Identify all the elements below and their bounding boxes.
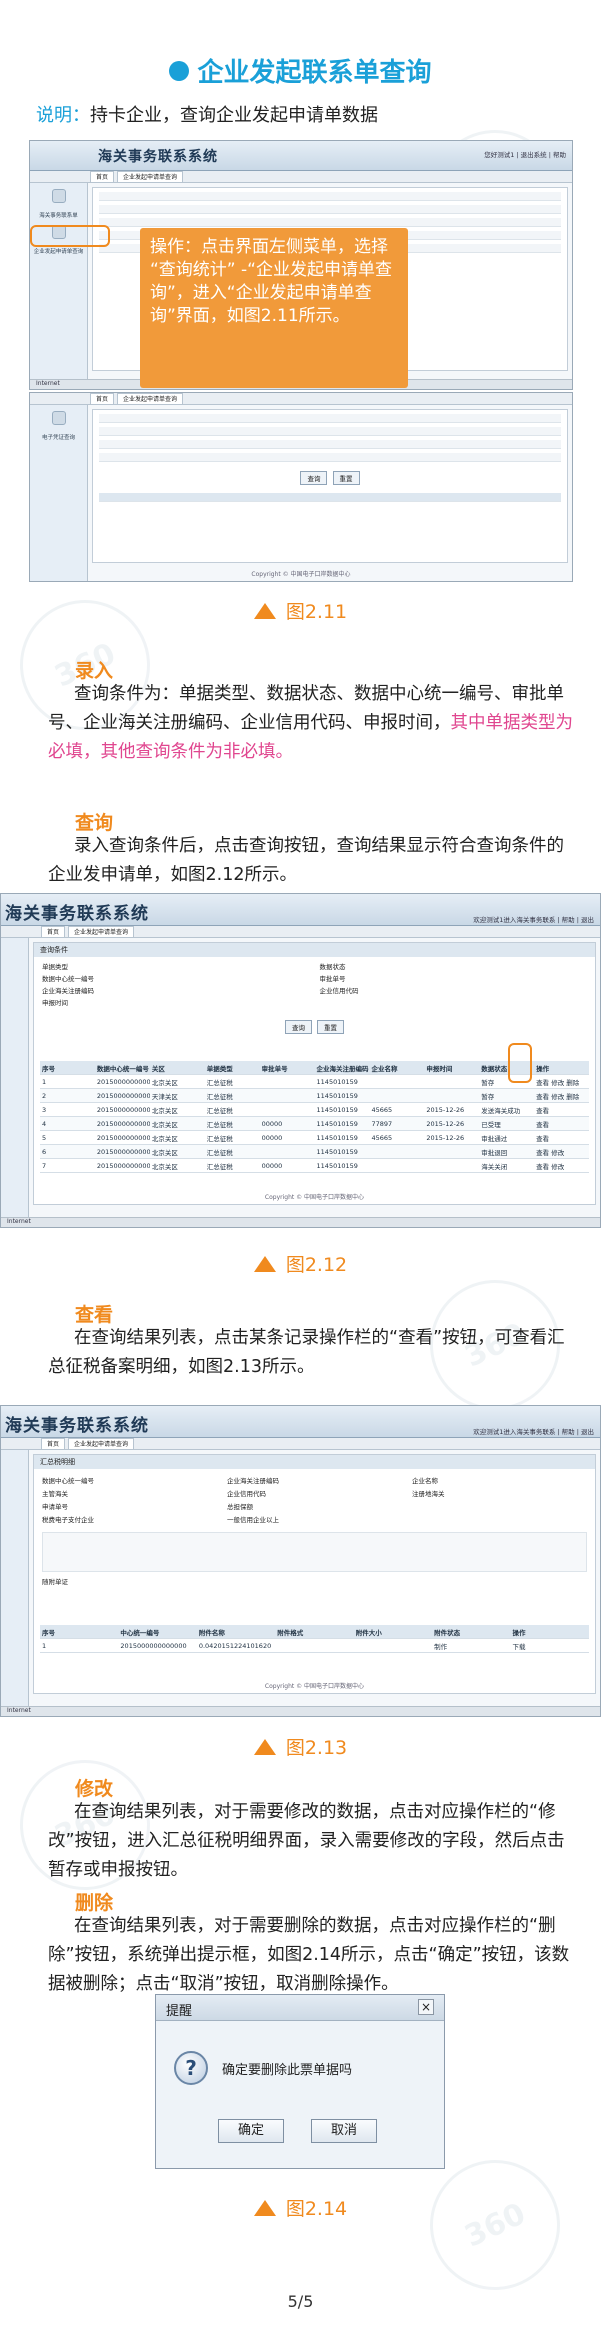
figure-caption-2-12: 图2.12 [0,1250,601,1277]
query-button[interactable]: 查询 [284,1020,312,1034]
para-luru: 查询条件为：单据类型、数据状态、数据中心统一编号、审批单号、企业海关注册编码、企… [48,684,573,762]
tab-query[interactable]: 企业发起申请单查询 [117,171,184,182]
page-title-wrap: 企业发起联系单查询 [0,52,601,89]
sidebar-item-contact[interactable]: 海关事务联系单 [30,211,87,219]
table-header: 序号 中心统一编号 附件名称 附件格式 附件大小 附件状态 操作 [40,1625,589,1639]
heading-chaxun: 查询 [75,812,114,834]
result-table: 序号 数据中心统一编号 关区 单据类型 审批单号 企业海关注册编码 企业名称 申报时间 数据状态… [40,1061,589,1173]
page-title: 企业发起联系单查询 [169,52,432,89]
heading-xiugai: 修改 [75,1778,114,1800]
page-number: 5/5 [287,2292,314,2311]
para-chakan: 在查询结果列表，点击某条记录操作栏的“查看”按钮，可查看汇总征税备案明细，如图2… [48,1328,565,1377]
tab-bar: 首页 企业发起申请单查询 [1,1438,600,1450]
content-area: 查询 重置 [92,409,568,563]
intro-text: 说明：持卡企业，查询企业发起申请单数据 [36,105,378,126]
figure-caption-2-13: 图2.13 [0,1733,601,1760]
triangle-icon [253,603,276,619]
figure-caption-2-11: 图2.11 [0,597,601,624]
status-bar: Internet [1,1217,600,1227]
callout-note: 操作：点击界面左侧菜单，选择 “查询统计” -“企业发起申请单查询”，进入“企业… [140,228,408,388]
menu-folder-icon [51,411,66,425]
table-row[interactable]: 4 20150000000000 北京关区 汇总征税 00000 1145010159 77… [40,1117,589,1131]
table-header: 序号 数据中心统一编号 关区 单据类型 审批单号 企业海关注册编码 企业名称 申报时间 数据状态… [40,1061,589,1075]
sidebar [1,1450,29,1716]
heading-shanchu: 删除 [75,1892,114,1914]
heading-chakan: 查看 [75,1304,114,1326]
tab-bar: 首页 企业发起申请单查询 [1,926,600,938]
detail-form: 数据中心统一编号 企业海关注册编码 企业名称 主管海关 企业信用代码 注册地海关 申请单… [42,1477,445,1524]
dialog-header: 提醒 × [156,1995,444,2021]
query-form: 单据类型 数据状态 数据中心统一编号 审批单号 企业海关注册编码 企业信用代码 … [42,963,359,1007]
table-row[interactable]: 3 20150000000000 北京关区 汇总征税 1145010159 45665 20… [40,1103,589,1117]
close-icon[interactable]: × [418,1999,434,2015]
triangle-icon [253,1256,276,1272]
highlight-box [30,225,110,247]
table-row[interactable]: 7 20150000000000 北京关区 汇总征税 00000 1145010159 海关… [40,1159,589,1173]
highlight-box [508,1043,532,1083]
tab-bar: 首页 企业发起申请单查询 [30,171,572,183]
reset-button[interactable]: 重置 [332,471,360,485]
app-banner: 海关事务联系系统 欢迎测试1进入海关事务联系 | 帮助 | 退出 [1,1406,600,1438]
table-row[interactable]: 2 20150000000000 天津关区 汇总征税 1145010159 暂存 查看 修改… [40,1089,589,1103]
tab-bar: 首页 企业发起申请单查询 [30,393,572,405]
triangle-icon [253,1739,276,1755]
para-chaxun: 录入查询条件后，点击查询按钮，查询结果显示符合查询条件的企业发申请单，如图2.1… [48,836,564,885]
table-row[interactable]: 6 20150000000000 北京关区 汇总征税 1145010159 审批退回 查看 … [40,1145,589,1159]
sidebar-item-query[interactable]: 企业发起申请单查询 [30,247,87,255]
app-banner: 海关事务联系系统 欢迎测试1进入海关事务联系 | 帮助 | 退出 [1,894,600,926]
confirm-dialog: 提醒 × ? 确定要删除此票单据吗 确定 取消 [155,1994,445,2169]
table-row[interactable]: 1 20150000000000 北京关区 汇总征税 1145010159 暂存 查看 修改… [40,1075,589,1089]
para-shanchu: 在查询结果列表，对于需要删除的数据，点击对应操作栏的“删除”按钮，系统弹出提示框… [48,1916,570,1994]
table-row[interactable]: 1 2015000000000000 0.0420151224101620 制作 下载 [40,1639,589,1653]
query-button[interactable]: 查询 [300,471,328,485]
heading-luru: 录入 [75,660,114,682]
menu-folder-icon [51,189,66,203]
sidebar: 电子凭证查询 [30,405,88,581]
figure-caption-2-14: 图2.14 [0,2194,601,2221]
question-icon: ? [174,2051,208,2085]
sidebar [1,938,29,1227]
tab-home[interactable]: 首页 [90,171,115,182]
app-banner: 海关事务联系系统 您好测试1 | 退出系统 | 帮助 [30,141,572,171]
status-bar: Internet [1,1706,600,1716]
dialog-message: 确定要删除此票单据吗 [222,2063,353,2078]
bullet-dot-icon [169,60,190,81]
para-xiugai: 在查询结果列表，对于需要修改的数据，点击对应操作栏的“修改”按钮，进入汇总征税明… [48,1802,565,1880]
triangle-icon [253,2200,276,2216]
content-area: 汇总税明细 数据中心统一编号 企业海关注册编码 企业名称 主管海关 企业信用代码 注册地… [33,1454,596,1694]
dialog-title: 提醒 [166,2004,193,2019]
sidebar: 海关事务联系单 企业发起申请单查询 [30,183,88,389]
screenshot-2-11-bottom: 首页 企业发起申请单查询 电子凭证查询 查询 重置 Copyright © 中国… [29,392,573,582]
confirm-button[interactable]: 确定 [218,2119,284,2143]
screenshot-2-13: 海关事务联系系统 欢迎测试1进入海关事务联系 | 帮助 | 退出 首页 企业发起… [0,1405,601,1717]
attachment-table: 序号 中心统一编号 附件名称 附件格式 附件大小 附件状态 操作 1 201500000000… [40,1625,589,1653]
cancel-button[interactable]: 取消 [311,2119,377,2143]
table-row[interactable]: 5 20150000000000 北京关区 汇总征税 00000 1145010159 45… [40,1131,589,1145]
reset-button[interactable]: 重置 [317,1020,345,1034]
